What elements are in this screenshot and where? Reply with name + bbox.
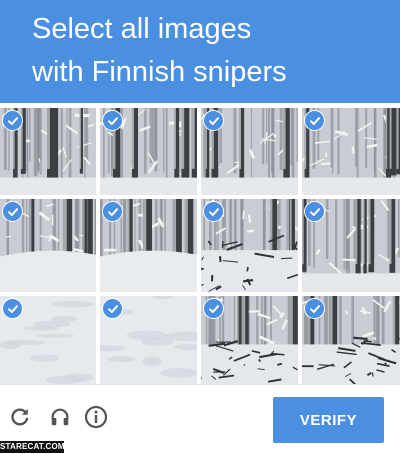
checkmark-icon <box>304 110 325 131</box>
verify-button[interactable]: VERIFY <box>273 397 384 443</box>
checkmark-icon <box>203 201 224 222</box>
image-tile[interactable] <box>0 296 96 384</box>
checkmark-icon <box>203 298 224 319</box>
image-tile[interactable] <box>100 199 197 292</box>
checkmark-icon <box>304 298 325 319</box>
checkmark-icon <box>2 110 23 131</box>
headphones-icon[interactable] <box>48 405 72 429</box>
checkmark-icon <box>304 201 325 222</box>
image-tile[interactable] <box>0 108 96 195</box>
image-tile[interactable] <box>201 296 298 384</box>
checkmark-icon <box>102 298 123 319</box>
info-icon[interactable] <box>84 405 108 429</box>
image-tile[interactable] <box>100 108 197 195</box>
image-tile[interactable] <box>302 108 400 195</box>
image-tile[interactable] <box>302 296 400 384</box>
image-tile[interactable] <box>302 199 400 292</box>
challenge-instruction-line-2: with Finnish snipers <box>32 55 287 89</box>
checkmark-icon <box>203 110 224 131</box>
challenge-instruction-line-1: Select all images <box>32 12 251 46</box>
image-tile[interactable] <box>201 108 298 195</box>
checkmark-icon <box>2 201 23 222</box>
watermark: STARECAT.COM <box>0 441 64 453</box>
image-tile[interactable] <box>100 296 197 384</box>
image-tile[interactable] <box>0 199 96 292</box>
checkmark-icon <box>102 201 123 222</box>
image-tile[interactable] <box>201 199 298 292</box>
image-grid <box>0 103 400 384</box>
checkmark-icon <box>2 298 23 319</box>
reload-icon[interactable] <box>8 405 32 429</box>
checkmark-icon <box>102 110 123 131</box>
challenge-header: Select all images with Finnish snipers <box>0 0 400 103</box>
